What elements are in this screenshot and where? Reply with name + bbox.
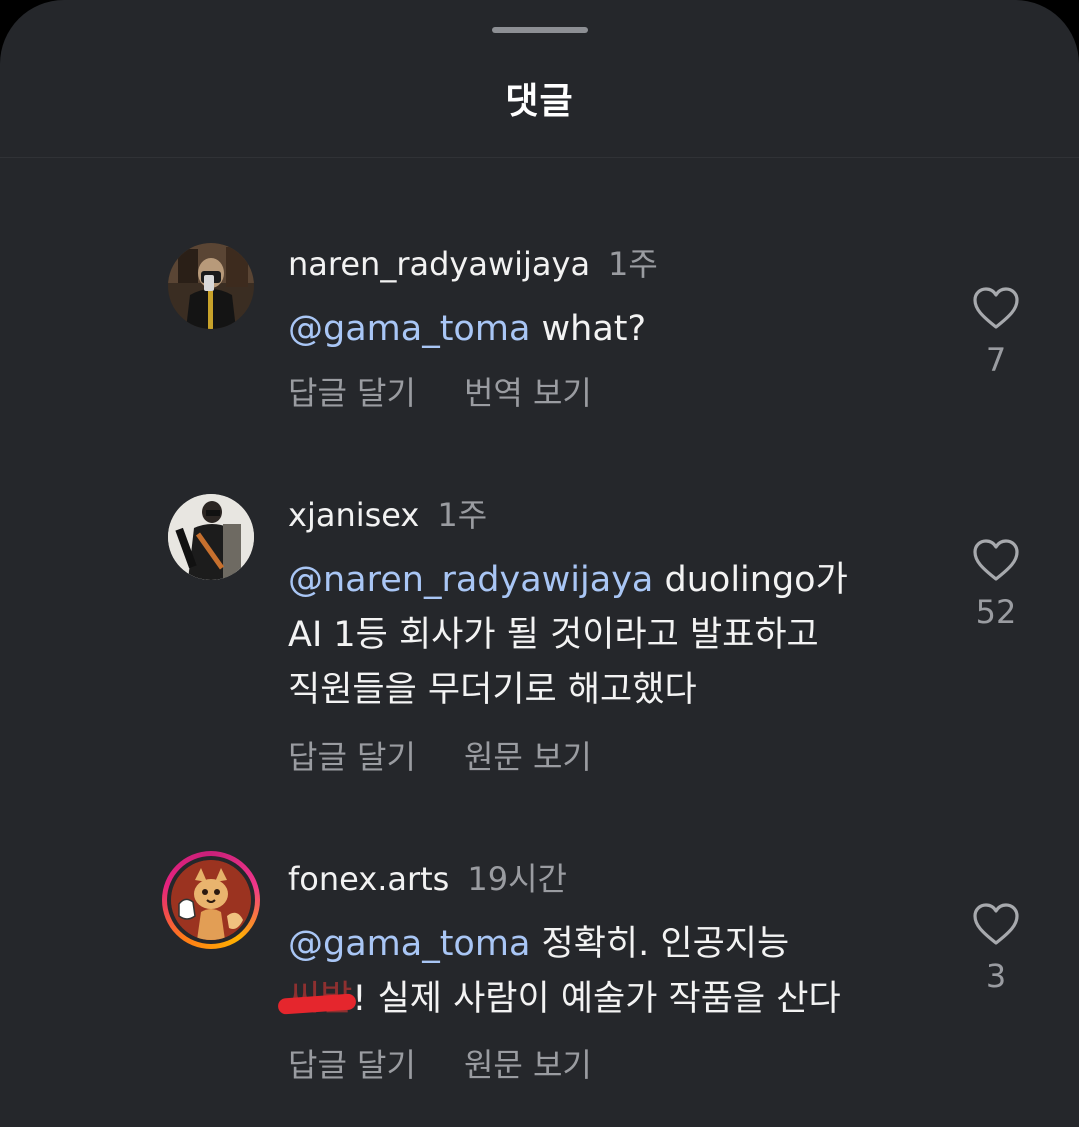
avatar-naren-icon[interactable] [168, 243, 254, 329]
comment-text-line: what? [530, 309, 647, 349]
comments-sheet: 댓글 naren_radyawijaya 1주 @gama_toma what? … [0, 0, 1079, 1127]
comment-meta: naren_radyawijaya 1주 [288, 244, 658, 284]
reply-button[interactable]: 답글 달기 [288, 373, 416, 413]
see-original-button[interactable]: 원문 보기 [464, 1045, 592, 1085]
comment-username[interactable]: fonex.arts [288, 860, 449, 898]
comment-text-line: @gama_toma 정확히. 인공지능 [288, 917, 948, 972]
comment-text: @naren_radyawijaya duolingo가 AI 1등 회사가 될… [288, 553, 928, 718]
comment-text-line: 씨발! 실제 사람이 예술가 작품을 산다 [288, 972, 948, 1027]
comment-meta: fonex.arts 19시간 [288, 859, 567, 899]
comment-text-line: AI 1등 회사가 될 것이라고 발표하고 [288, 615, 819, 655]
drag-handle[interactable] [492, 27, 588, 33]
comment-time: 1주 [608, 245, 658, 283]
redacted-word: 씨발 [288, 972, 352, 1027]
comment-actions: 답글 달기 번역 보기 [288, 373, 592, 413]
comment-username[interactable]: xjanisex [288, 496, 419, 534]
comment-text-line: @naren_radyawijaya duolingo가 [288, 553, 928, 608]
see-original-button[interactable]: 원문 보기 [464, 737, 592, 777]
reply-button[interactable]: 답글 달기 [288, 737, 416, 777]
like-column: 52 [960, 538, 1032, 632]
header-divider [0, 157, 1079, 158]
avatar-image [171, 860, 251, 940]
like-column: 7 [960, 286, 1032, 380]
comment-text-line: 직원들을 무더기로 해고했다 [288, 670, 697, 710]
avatar-image [168, 243, 254, 329]
comment-text-first: 정확히. 인공지능 [530, 924, 790, 964]
comment-time: 1주 [437, 496, 488, 534]
comment-meta: xjanisex 1주 [288, 495, 487, 535]
reply-button[interactable]: 답글 달기 [288, 1045, 416, 1085]
comment-mention[interactable]: @gama_toma [288, 924, 530, 964]
comment-text: @gama_toma what? [288, 302, 928, 357]
like-count: 3 [985, 957, 1007, 995]
heart-icon[interactable] [960, 902, 1032, 946]
comment-text: @gama_toma 정확히. 인공지능 씨발! 실제 사람이 예술가 작품을 … [288, 917, 948, 1027]
sheet-title: 댓글 [505, 81, 574, 122]
comment-mention[interactable]: @naren_radyawijaya [288, 560, 653, 600]
avatar-fonex-icon [171, 860, 251, 940]
like-count: 7 [985, 341, 1007, 379]
comment-mention[interactable]: @gama_toma [288, 309, 530, 349]
comment-text-first: duolingo가 [653, 560, 848, 600]
story-ring[interactable] [162, 851, 260, 949]
comment-actions: 답글 달기 원문 보기 [288, 737, 592, 777]
like-count: 52 [975, 593, 1017, 631]
comment-time: 19시간 [467, 860, 567, 898]
like-column: 3 [960, 902, 1032, 996]
comment-username[interactable]: naren_radyawijaya [288, 245, 590, 283]
heart-icon[interactable] [960, 538, 1032, 582]
comment-actions: 답글 달기 원문 보기 [288, 1045, 592, 1085]
avatar-xjanisex-icon[interactable] [168, 494, 254, 580]
comment-text-rest: ! 실제 사람이 예술가 작품을 산다 [352, 979, 841, 1019]
translate-button[interactable]: 번역 보기 [464, 373, 592, 413]
avatar-image [168, 494, 254, 580]
heart-icon[interactable] [960, 286, 1032, 330]
